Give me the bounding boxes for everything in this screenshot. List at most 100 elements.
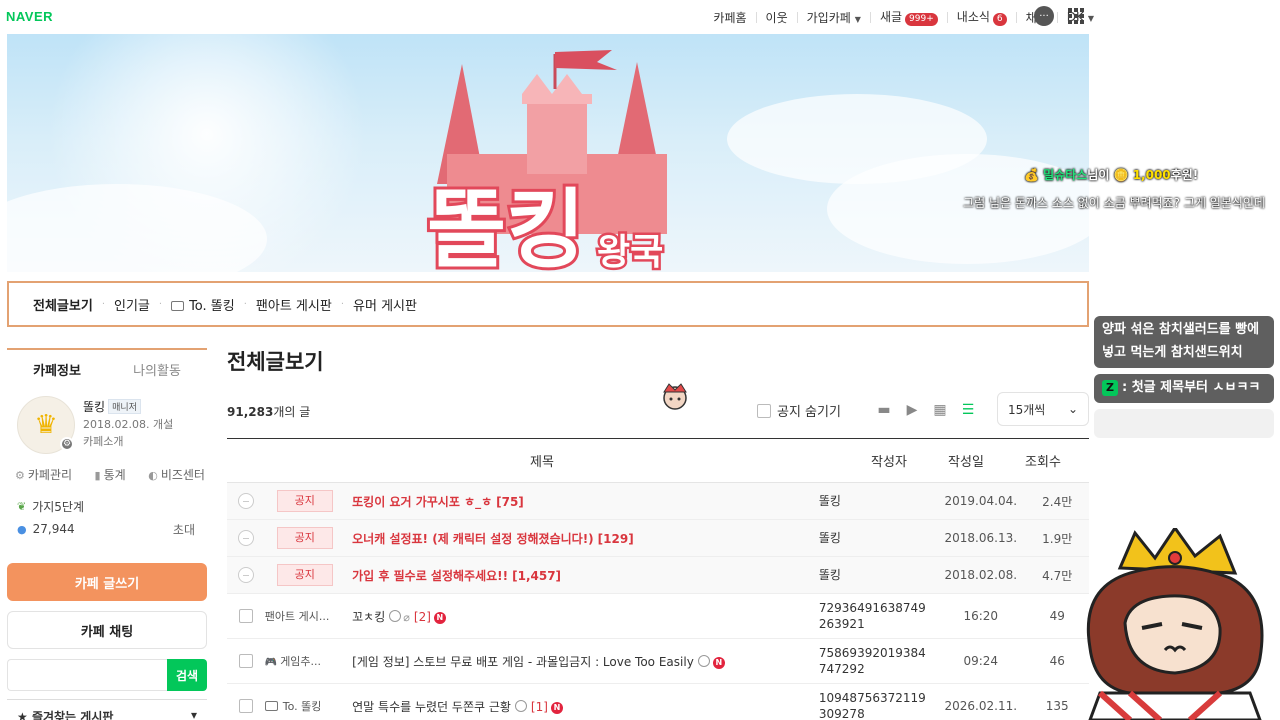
menu-to-ttolking-label: To. 똘킹	[189, 298, 235, 314]
cafe-banner[interactable]: 똘킹 왕국	[7, 34, 1089, 272]
board-menu: 전체글보기 · 인기글 · To. 똘킹 · 팬아트 게시판 · 유머 게시판	[7, 281, 1089, 327]
table-row[interactable]: To. 똘킹 연말 특수를 누렸던 두쫀쿠 근황 [1] N 10948756372…	[227, 684, 1089, 720]
comment-count[interactable]: [1]	[531, 700, 548, 714]
nav-joined-cafes[interactable]: 가입카페 ▼	[807, 9, 861, 26]
post-title-link[interactable]: 또킹이 요거 가꾸시포 ㅎ_ㅎ [75]	[350, 493, 817, 510]
post-category[interactable]: 🎮 게임추...	[265, 653, 350, 669]
nav-my-news[interactable]: 내소식 6	[957, 8, 1007, 26]
list-view-icon[interactable]: ▬	[875, 401, 893, 419]
header-views: 조회수	[1025, 455, 1061, 470]
post-count-number: 91,283	[227, 405, 274, 419]
comment-count[interactable]: [1,457]	[512, 569, 561, 583]
post-title: 가입 후 필수로 설정해주세요!!	[352, 568, 509, 583]
table-header: 제목 작성자 작성일 조회수	[227, 439, 1089, 483]
table-row[interactable]: 🎮 게임추... [게임 정보] 스토브 무료 배포 게임 - 과몰입금지 : L…	[227, 639, 1089, 684]
row-select	[227, 530, 265, 546]
album-view-icon[interactable]: ▦	[931, 401, 949, 419]
comment-count[interactable]: [129]	[598, 532, 634, 546]
favorite-boards-text: 즐겨찾는 게시판	[31, 710, 114, 720]
nav-new-posts[interactable]: 새글 999+	[880, 8, 938, 26]
text-list-view-icon[interactable]: ☰	[959, 401, 977, 419]
chat-message-faded	[1094, 409, 1274, 438]
cafe-stats: ❦ 가지5단계 ● 27,944 초대	[7, 494, 207, 540]
tab-my-activity[interactable]: 나의활동	[107, 360, 207, 379]
cafe-chat-button[interactable]: 카페 채팅	[7, 611, 207, 649]
biz-icon: ◐	[148, 469, 158, 482]
menu-humor[interactable]: 유머 게시판	[353, 295, 417, 314]
post-table: 제목 작성자 작성일 조회수 공지 또킹이 요거 가꾸시포 ㅎ_ㅎ [75] 똘킹…	[227, 438, 1089, 720]
menu-all-posts[interactable]: 전체글보기	[33, 295, 93, 314]
apps-grid-icon[interactable]	[1068, 8, 1084, 24]
chat-message-text: : 첫글 제목부터 ㅅㅂㅋㅋ	[1122, 380, 1261, 395]
menu-fanart[interactable]: 팬아트 게시판	[256, 295, 332, 314]
table-row[interactable]: 공지 또킹이 요거 가꾸시포 ㅎ_ㅎ [75] 똘킹 2019.04.04. 2.…	[227, 483, 1089, 520]
post-category[interactable]: 팬아트 게시...	[265, 608, 350, 624]
row-select	[227, 567, 265, 583]
post-author[interactable]: 똘킹	[817, 530, 936, 546]
menu-to-ttolking[interactable]: To. 똘킹	[171, 295, 235, 314]
post-title: 또킹이 요거 가꾸시포 ㅎ_ㅎ	[352, 494, 493, 509]
stats-link[interactable]: ▮ 통계	[95, 466, 126, 494]
streamer-mascot-avatar	[1086, 528, 1264, 720]
chat-bubble-icon[interactable]: ···	[1034, 6, 1054, 26]
post-title: 연말 특수를 누렸던 두쫀쿠 근황	[352, 699, 511, 714]
post-title-link[interactable]: [게임 정보] 스토브 무료 배포 게임 - 과몰입금지 : Love Too …	[350, 653, 817, 670]
video-view-icon[interactable]: ▶	[903, 401, 921, 419]
write-post-button[interactable]: 카페 글쓰기	[7, 563, 207, 601]
post-author[interactable]: 10948756372119 309278	[817, 690, 936, 720]
new-badge-icon: N	[433, 611, 446, 624]
cafe-sidebar: 카페정보 나의활동 ♛ ⚙ 똘킹 매니저 2018.02.08. 개설 카페소개 …	[7, 348, 207, 720]
post-title: [게임 정보] 스토브 무료 배포 게임 - 과몰입금지 : Love Too …	[352, 654, 694, 669]
post-author[interactable]: 75869392019384 747292	[817, 645, 936, 677]
cafe-search: 검색	[7, 659, 207, 691]
table-row[interactable]: 공지 오너캐 설정표! (제 캐릭터 설정 정해졌습니다!) [129] 똘킹 2…	[227, 520, 1089, 557]
header-date: 작성일	[948, 455, 984, 470]
manager-name[interactable]: 똘킹 매니저	[83, 398, 141, 415]
coin-icon: 🪙	[1113, 168, 1133, 182]
row-checkbox[interactable]	[238, 699, 253, 713]
cafe-level[interactable]: ❦ 가지5단계	[17, 494, 207, 518]
hide-notice-checkbox[interactable]	[757, 403, 771, 418]
naver-logo[interactable]: NAVER	[6, 9, 53, 24]
per-page-select[interactable]: 15개씩 ⌄	[997, 392, 1089, 426]
row-checkbox[interactable]	[238, 654, 253, 668]
gear-icon[interactable]: ⚙	[60, 437, 74, 451]
gamepad-icon: 🎮	[264, 657, 278, 668]
new-badge-icon: N	[550, 701, 563, 714]
nav-cafe-home[interactable]: 카페홈	[713, 9, 746, 26]
money-bag-icon: 💰	[1024, 168, 1044, 182]
post-author[interactable]: 똘킹	[817, 493, 936, 509]
member-count[interactable]: ● 27,944	[17, 522, 75, 536]
biz-center-label: 비즈센터	[160, 468, 205, 482]
attachment-icon: ⌀	[403, 610, 410, 624]
tab-cafe-info[interactable]: 카페정보	[7, 360, 107, 379]
cafe-manage-link[interactable]: ⚙ 카페관리	[15, 466, 72, 494]
comment-count[interactable]: [75]	[496, 495, 524, 509]
nav-neighbors[interactable]: 이웃	[766, 9, 788, 26]
emoticon-icon	[514, 699, 527, 712]
divider	[869, 11, 871, 23]
cafe-level-text: 가지5단계	[32, 499, 85, 514]
post-title-link[interactable]: 가입 후 필수로 설정해주세요!! [1,457]	[350, 567, 817, 584]
post-author[interactable]: 똘킹	[817, 567, 936, 583]
cafe-search-input[interactable]	[7, 659, 167, 691]
cafe-intro-link[interactable]: 카페소개	[83, 433, 123, 449]
post-title-link[interactable]: 꼬ㅊ킹 ⌀ [2] N	[350, 608, 817, 625]
post-category[interactable]: To. 똘킹	[264, 698, 350, 714]
post-author[interactable]: 72936491638749 263921	[817, 600, 936, 632]
hide-notice-toggle[interactable]: 공지 숨기기	[757, 401, 841, 420]
comment-count[interactable]: [2]	[414, 610, 431, 624]
post-date: 2026.02.11.	[944, 699, 1018, 713]
menu-popular[interactable]: 인기글	[114, 295, 150, 314]
table-row[interactable]: 팬아트 게시... 꼬ㅊ킹 ⌀ [2] N 72936491638749 263921…	[227, 594, 1089, 639]
table-row[interactable]: 공지 가입 후 필수로 설정해주세요!! [1,457] 똘킹 2018.02.0…	[227, 557, 1089, 594]
row-checkbox[interactable]	[238, 609, 253, 623]
divider	[796, 11, 798, 23]
post-title-link[interactable]: 오너캐 설정표! (제 캐릭터 설정 정해졌습니다!) [129]	[350, 530, 817, 547]
member-count-text: 27,944	[32, 522, 75, 536]
favorite-boards[interactable]: ★ 즐겨찾는 게시판 ▾	[7, 699, 207, 720]
post-title-link[interactable]: 연말 특수를 누렸던 두쫀쿠 근황 [1] N	[350, 698, 817, 715]
invite-link[interactable]: 초대	[173, 521, 195, 538]
cafe-search-button[interactable]: 검색	[167, 659, 207, 691]
biz-center-link[interactable]: ◐ 비즈센터	[148, 466, 205, 494]
